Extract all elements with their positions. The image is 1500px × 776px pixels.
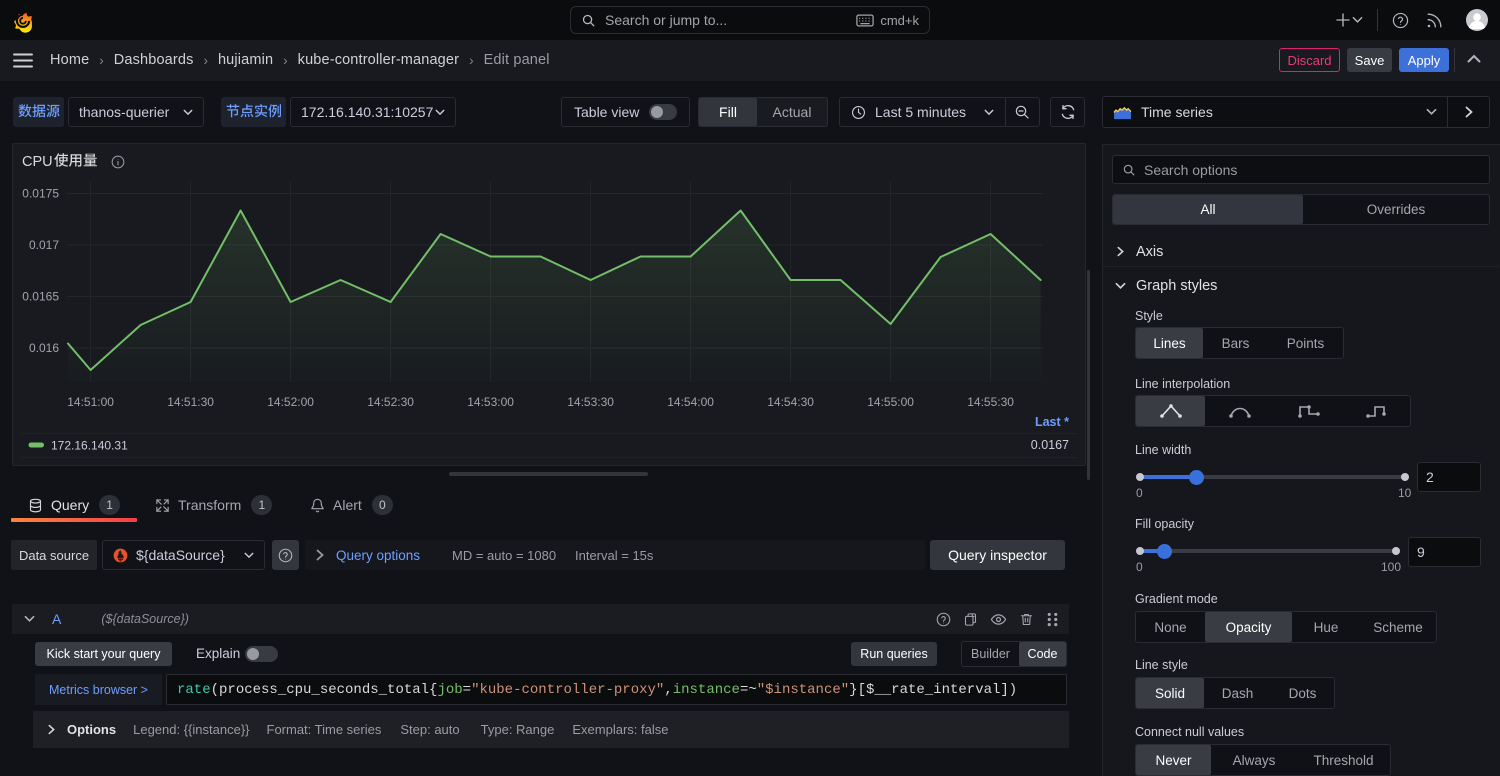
- svg-text:0.0167: 0.0167: [1031, 438, 1069, 452]
- svg-text:14:54:00: 14:54:00: [667, 395, 714, 409]
- svg-text:0.016: 0.016: [29, 341, 59, 355]
- svg-text:14:51:30: 14:51:30: [167, 395, 214, 409]
- svg-text:Last *: Last *: [1035, 415, 1069, 429]
- svg-text:14:55:30: 14:55:30: [967, 395, 1014, 409]
- svg-text:14:55:00: 14:55:00: [867, 395, 914, 409]
- svg-text:0.0165: 0.0165: [22, 290, 59, 304]
- svg-text:172.16.140.31: 172.16.140.31: [51, 439, 128, 453]
- svg-text:14:52:30: 14:52:30: [367, 395, 414, 409]
- svg-text:14:53:00: 14:53:00: [467, 395, 514, 409]
- svg-text:0.017: 0.017: [29, 238, 59, 252]
- svg-text:0.0175: 0.0175: [22, 187, 59, 201]
- svg-text:14:52:00: 14:52:00: [267, 395, 314, 409]
- svg-text:14:51:00: 14:51:00: [67, 395, 114, 409]
- svg-text:14:53:30: 14:53:30: [567, 395, 614, 409]
- svg-text:14:54:30: 14:54:30: [767, 395, 814, 409]
